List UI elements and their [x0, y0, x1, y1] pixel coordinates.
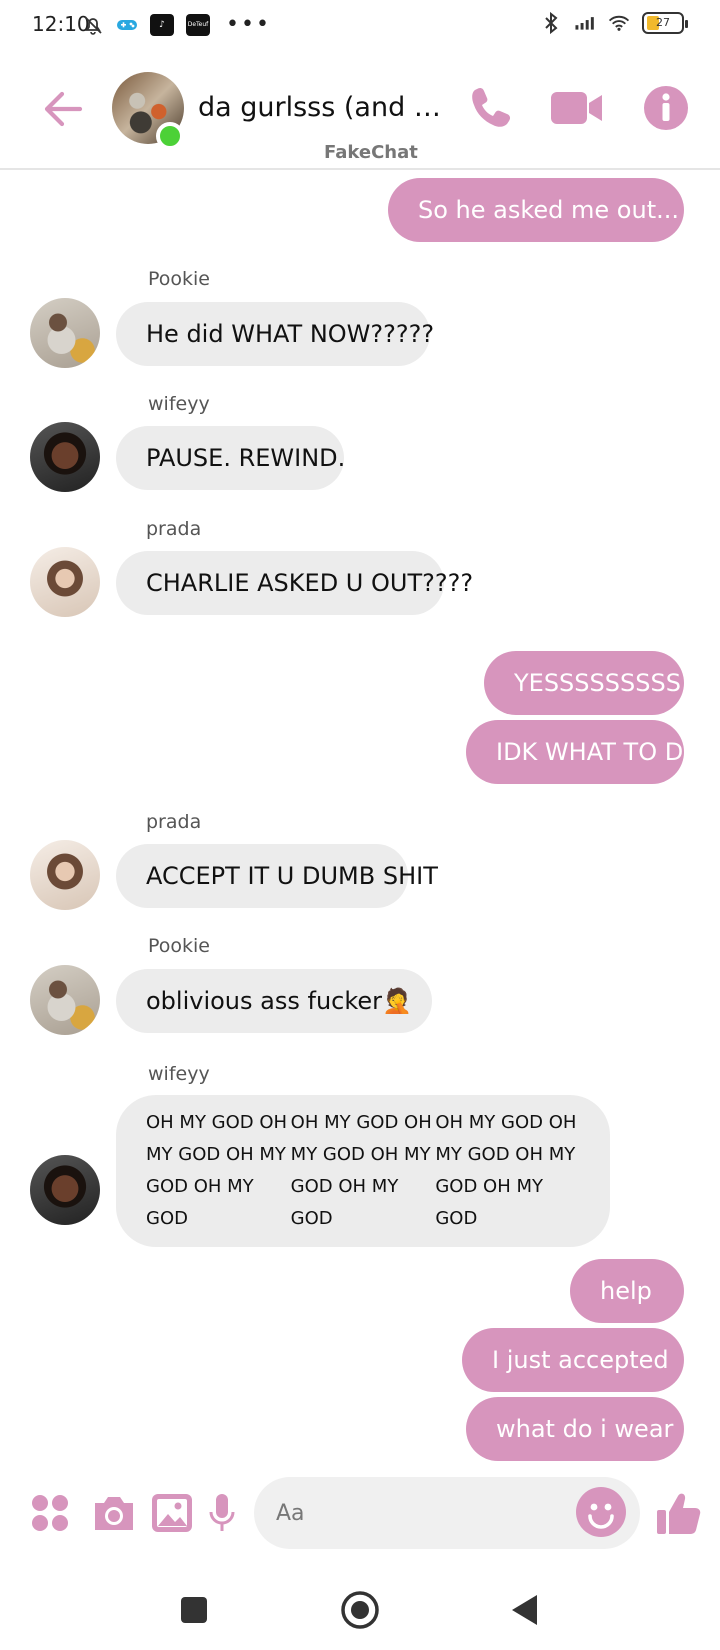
message-bubble-sent[interactable]: YESSSSSSSSS — [484, 651, 684, 715]
chat-info-button[interactable] — [640, 82, 692, 134]
video-camera-icon — [551, 92, 602, 124]
message-bubble-sent[interactable]: So he asked me out... — [388, 178, 684, 242]
avatar-prada[interactable] — [30, 840, 100, 910]
status-bar: 12:10 ♪ DeTeuf ••• 27 — [0, 0, 720, 52]
message-line: OH MY GOD OH MY GOD OH MY GOD OH MY GOD — [290, 1112, 432, 1229]
wifi-icon — [608, 12, 630, 34]
message-line: OH MY GOD OH MY GOD OH MY GOD OH MY GOD — [146, 1112, 288, 1229]
emoji-button[interactable] — [576, 1487, 626, 1537]
back-nav-button[interactable] — [502, 1588, 546, 1632]
chat-title[interactable]: da gurlsss (and ary... — [198, 92, 456, 123]
message-bubble-sent[interactable]: what do i wear — [466, 1397, 684, 1461]
message-bubble-received[interactable]: He did WHAT NOW????? — [116, 302, 434, 366]
circle-home-icon — [341, 1591, 379, 1629]
chat-header: da gurlsss (and ary... FakeChat — [0, 52, 720, 170]
message-bubble-received[interactable]: ACCEPT IT U DUMB SHIT — [116, 844, 438, 908]
back-button[interactable] — [40, 86, 86, 132]
app-notification-icon: DeTeuf — [186, 13, 210, 36]
sender-name: wifeyy — [148, 1063, 210, 1085]
battery-percent: 27 — [656, 16, 670, 29]
avatar-pookie[interactable] — [30, 298, 100, 368]
smiley-icon — [588, 1503, 614, 1529]
camera-icon — [95, 1497, 133, 1530]
gallery-button[interactable] — [148, 1489, 196, 1537]
signal-icon — [574, 12, 596, 34]
more-notifications-icon: ••• — [226, 12, 271, 37]
message-bubble-sent[interactable]: IDK WHAT TO DO — [466, 720, 702, 784]
thumbs-up-icon — [657, 1493, 701, 1534]
system-navigation-bar — [0, 1570, 720, 1650]
message-bubble-received[interactable]: CHARLIE ASKED U OUT???? — [116, 551, 473, 615]
status-notification-icons: ♪ DeTeuf ••• — [82, 12, 271, 37]
avatar-wifeyy[interactable] — [30, 422, 100, 492]
message-bubble-received[interactable]: oblivious ass fucker🤦 — [116, 969, 432, 1033]
message-bubble-received[interactable]: PAUSE. REWIND. — [116, 426, 345, 490]
microphone-icon — [209, 1494, 235, 1531]
avatar-prada[interactable] — [30, 547, 100, 617]
info-icon — [644, 86, 688, 130]
voice-call-button[interactable] — [464, 82, 516, 134]
message-bubble-sent[interactable]: help — [570, 1259, 684, 1323]
sender-name: prada — [146, 518, 202, 540]
message-line: OH MY GOD OH MY GOD OH MY GOD OH MY GOD — [435, 1112, 577, 1229]
grid-dots-icon — [32, 1495, 68, 1531]
phone-icon — [472, 87, 511, 127]
triangle-back-icon — [512, 1595, 537, 1625]
battery-icon: 27 — [642, 12, 688, 34]
recent-apps-button[interactable] — [172, 1588, 216, 1632]
like-button[interactable] — [654, 1489, 704, 1537]
home-button[interactable] — [338, 1588, 382, 1632]
status-time: 12:10 — [32, 12, 90, 36]
message-composer — [0, 1475, 720, 1557]
video-call-button[interactable] — [548, 82, 606, 134]
arrow-left-icon — [44, 91, 83, 127]
app-watermark: FakeChat — [324, 142, 418, 163]
bluetooth-icon — [540, 11, 562, 35]
sender-name: Pookie — [148, 268, 211, 290]
game-controller-icon — [116, 14, 138, 36]
bell-off-icon — [82, 14, 104, 36]
sender-name: wifeyy — [148, 393, 210, 415]
sender-name: Pookie — [148, 935, 211, 957]
avatar-wifeyy[interactable] — [30, 1155, 100, 1225]
online-status-dot — [156, 122, 184, 150]
tiktok-icon: ♪ — [150, 13, 174, 36]
avatar-pookie[interactable] — [30, 965, 100, 1035]
voice-message-button[interactable] — [198, 1489, 246, 1537]
message-bubble-received[interactable]: OH MY GOD OH MY GOD OH MY GOD OH MY GOD … — [116, 1095, 610, 1247]
image-icon — [152, 1494, 192, 1532]
status-system-icons: 27 — [540, 11, 688, 35]
message-bubble-sent[interactable]: I just accepted — [462, 1328, 684, 1392]
camera-button[interactable] — [90, 1489, 138, 1537]
sender-name: prada — [146, 811, 202, 833]
square-icon — [181, 1597, 207, 1623]
more-actions-button[interactable] — [26, 1489, 74, 1537]
